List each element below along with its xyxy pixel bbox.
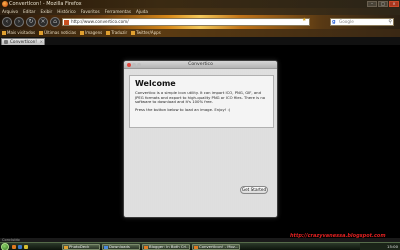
bookmark-icon: [2, 31, 6, 35]
get-started-button[interactable]: Get Started: [240, 186, 268, 194]
quicklaunch-firefox-icon[interactable]: [12, 245, 16, 249]
reload-button[interactable]: ↻: [26, 17, 36, 27]
window-title: ConvertIcon! - Mozilla Firefox: [9, 1, 82, 7]
url-text: http://www.convertico.com/: [71, 19, 129, 24]
menu-bar: Arquivo Editar Exibir Histórico Favorito…: [0, 8, 400, 15]
menu-help[interactable]: Ajuda: [136, 8, 148, 15]
search-placeholder: Google: [339, 19, 354, 24]
welcome-panel: Welcome Convertico is a simple icon util…: [129, 75, 274, 128]
title-bar: ConvertIcon! - Mozilla Firefox – □ ×: [0, 0, 400, 8]
tab-converticon[interactable]: ConvertIcon! ×: [1, 38, 45, 45]
bookmark-icon: [80, 31, 85, 35]
search-input[interactable]: g Google ⚲: [330, 18, 394, 26]
back-button[interactable]: ‹: [2, 17, 12, 27]
bookmarks-toolbar: Mais visitados Últimas notícias Imagens …: [0, 29, 400, 37]
traffic-lights: [127, 63, 141, 67]
intro-text: Convertico is a simple icon utility. It …: [135, 90, 266, 105]
menu-bookmarks[interactable]: Favoritos: [81, 8, 100, 15]
tab-label: ConvertIcon!: [10, 39, 37, 44]
home-button[interactable]: ⌂: [50, 17, 60, 27]
firefox-icon: [2, 1, 8, 7]
quicklaunch-folder-icon[interactable]: [24, 245, 28, 249]
taskbar-item[interactable]: Blogger: In Both Cri...: [142, 244, 190, 250]
taskbar-item[interactable]: PhotoDeck: [62, 244, 100, 250]
instruction-text: Press the button below to load an image.…: [135, 106, 231, 112]
site-favicon-icon: [64, 20, 69, 25]
close-window-button[interactable]: ×: [389, 1, 399, 7]
url-bar[interactable]: http://www.convertico.com/: [62, 18, 310, 26]
menu-history[interactable]: Histórico: [57, 8, 75, 15]
start-button[interactable]: [1, 243, 9, 250]
app-minimize-icon[interactable]: [132, 63, 136, 67]
app-zoom-icon[interactable]: [137, 63, 141, 67]
search-icon[interactable]: ⚲: [388, 19, 392, 25]
app-close-icon[interactable]: [127, 63, 131, 67]
bookmark-item[interactable]: Mais visitados: [2, 29, 35, 37]
page-content: Convertico Welcome Convertico is a simpl…: [0, 45, 400, 239]
taskbar-item-active[interactable]: ConvertIcon! - Moz...: [192, 244, 240, 250]
window-controls: – □ ×: [367, 0, 399, 8]
bookmark-icon: [39, 31, 44, 35]
tab-favicon-icon: [4, 40, 8, 44]
bookmark-item[interactable]: Imagens: [80, 29, 102, 37]
menu-file[interactable]: Arquivo: [2, 8, 18, 15]
downloads-icon: [104, 245, 108, 249]
taskbar: PhotoDeck Downloads Blogger: In Both Cri…: [0, 242, 400, 250]
bookmark-item[interactable]: Traduzir: [106, 29, 127, 37]
welcome-heading: Welcome: [135, 79, 176, 88]
bookmark-item[interactable]: Últimas notícias: [39, 29, 76, 37]
firefox-icon: [144, 245, 148, 249]
google-icon: g: [332, 19, 336, 25]
taskbar-item[interactable]: Downloads: [102, 244, 140, 250]
stop-button[interactable]: ×: [38, 17, 48, 27]
bookmark-item[interactable]: Twitter/Apps: [131, 29, 161, 37]
bookmark-icon: [106, 31, 111, 35]
quicklaunch-ie-icon[interactable]: [18, 245, 22, 249]
photodeck-icon: [64, 245, 68, 249]
clock[interactable]: 15:00: [387, 244, 398, 249]
convertico-window: Convertico Welcome Convertico is a simpl…: [123, 60, 278, 218]
navigation-toolbar: ‹ › ↻ × ⌂ http://www.convertico.com/ ★ g…: [0, 15, 400, 29]
app-title-bar: Convertico: [124, 61, 277, 69]
menu-tools[interactable]: Ferramentas: [105, 8, 131, 15]
app-title: Convertico: [188, 62, 213, 67]
menu-view[interactable]: Exibir: [40, 8, 52, 15]
bookmark-star-icon[interactable]: ★: [302, 17, 306, 23]
bookmark-icon: [131, 31, 136, 35]
maximize-button[interactable]: □: [378, 1, 388, 7]
firefox-icon: [194, 245, 198, 249]
forward-button[interactable]: ›: [14, 17, 24, 27]
system-tray: 15:00: [360, 243, 400, 250]
tab-strip: ConvertIcon! ×: [0, 37, 400, 45]
minimize-button[interactable]: –: [367, 1, 377, 7]
menu-edit[interactable]: Editar: [23, 8, 35, 15]
